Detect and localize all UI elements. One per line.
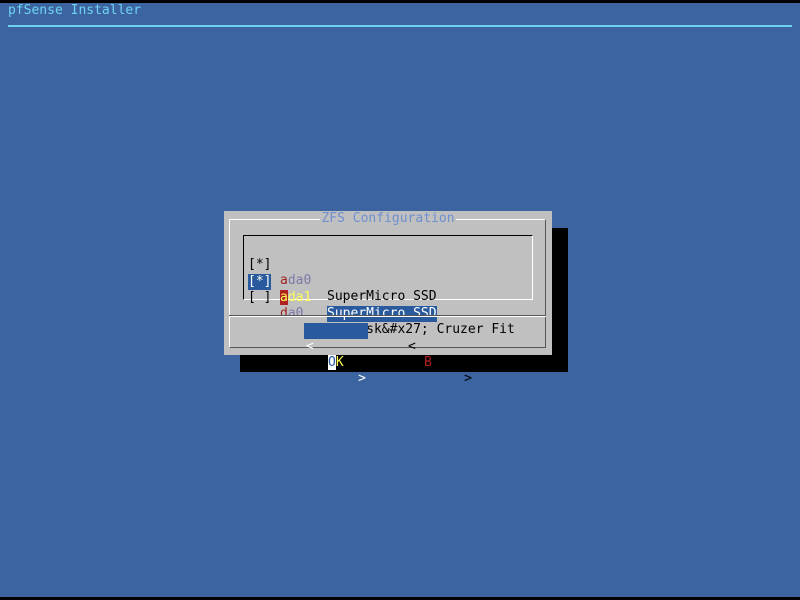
device-name: da0: [280, 306, 303, 322]
back-rest: ack: [431, 355, 456, 370]
back-button[interactable]: < Back >: [408, 323, 472, 386]
ok-button[interactable]: < OK >: [304, 323, 368, 386]
list-item-selected[interactable]: [*] ada1 SuperMicro SSD: [244, 258, 437, 322]
ok-rest: K: [335, 355, 344, 370]
app-title: pfSense Installer: [8, 3, 142, 18]
back-label: Back: [424, 355, 455, 371]
zfs-config-dialog: ZFS Configuration [*] ada0 SuperMicro SS…: [224, 211, 552, 386]
device-rest: a0: [287, 306, 304, 321]
list-item[interactable]: [ ] da0 SanDisk&#x27; Cruzer Fit: [244, 274, 515, 337]
ok-hotkey: O: [328, 355, 336, 370]
title-rule: [8, 25, 792, 27]
back-hotkey: B: [424, 355, 432, 370]
list-item[interactable]: [*] ada0 SuperMicro SSD: [244, 241, 437, 304]
back-right-bracket: >: [464, 371, 472, 386]
ok-right-bracket: >: [358, 371, 366, 386]
device-description: SuperMicro SSD: [327, 289, 437, 304]
dialog-title-bar: ZFS Configuration: [224, 211, 552, 227]
device-hotkey: d: [280, 306, 288, 321]
device-description: SuperMicro SSD: [327, 306, 437, 322]
disk-list: [*] ada0 SuperMicro SSD [*] ada1 SuperMi…: [243, 235, 533, 337]
ok-left-bracket: <: [306, 339, 314, 354]
checkbox[interactable]: [ ]: [248, 290, 271, 306]
back-left-bracket: <: [408, 339, 416, 354]
installer-screen: pfSense Installer ZFS Configuration [*] …: [0, 0, 800, 600]
button-separator: [229, 315, 546, 317]
dialog-title: ZFS Configuration: [320, 211, 456, 226]
ok-label: OK: [328, 355, 344, 371]
